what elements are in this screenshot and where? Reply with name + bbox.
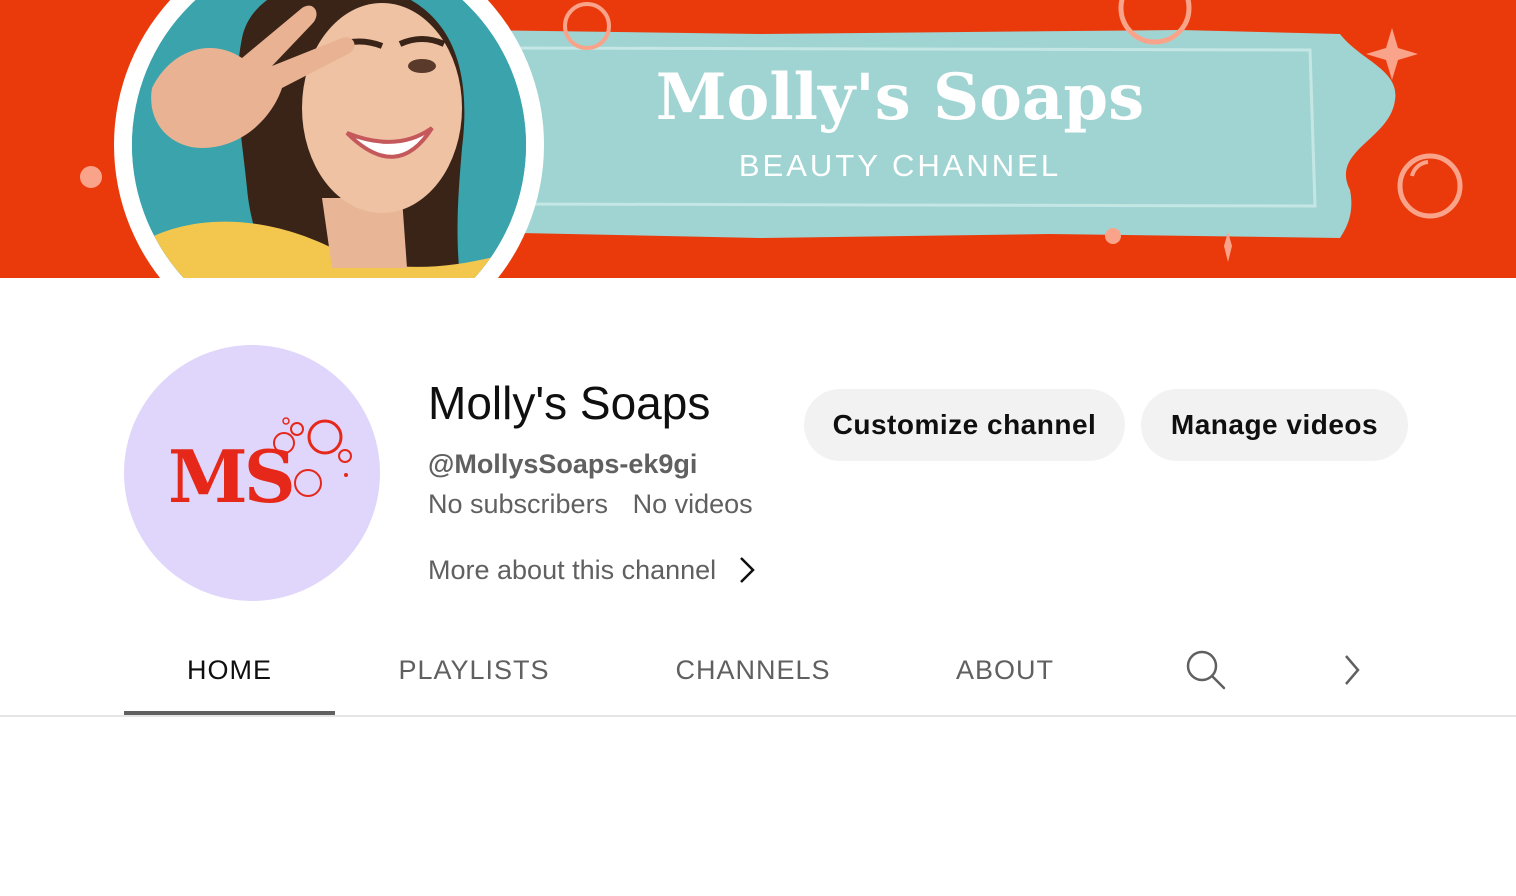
banner-title: Molly's Soaps bbox=[655, 60, 1145, 135]
more-about-label: More about this channel bbox=[428, 554, 717, 585]
channel-banner: Molly's Soaps BEAUTY CHANNEL bbox=[0, 0, 1516, 278]
customize-channel-button[interactable]: Customize channel bbox=[804, 389, 1125, 461]
tabs-divider bbox=[0, 715, 1516, 717]
tab-home[interactable]: HOME bbox=[124, 648, 335, 692]
video-count: No videos bbox=[632, 489, 753, 519]
search-icon[interactable] bbox=[1183, 647, 1229, 693]
chevron-right-icon[interactable] bbox=[1336, 650, 1368, 690]
tab-channels[interactable]: CHANNELS bbox=[660, 648, 846, 692]
channel-handle: @MollysSoaps-ek9gi bbox=[428, 449, 698, 479]
chevron-right-icon bbox=[740, 557, 755, 583]
smiling-woman-photo bbox=[132, 0, 526, 278]
banner-subtitle: BEAUTY CHANNEL bbox=[738, 148, 1062, 183]
manage-videos-button[interactable]: Manage videos bbox=[1141, 389, 1408, 461]
channel-name: Molly's Soaps bbox=[428, 377, 711, 429]
avatar-initials: MS bbox=[168, 434, 296, 519]
tab-about[interactable]: ABOUT bbox=[940, 648, 1070, 692]
channel-avatar[interactable]: MS bbox=[124, 345, 380, 601]
subscriber-count: No subscribers bbox=[428, 489, 609, 519]
tab-playlists[interactable]: PLAYLISTS bbox=[384, 648, 564, 692]
more-about-channel-link[interactable]: More about this channel bbox=[428, 552, 756, 588]
channel-stats: No subscribers No videos bbox=[428, 489, 753, 520]
